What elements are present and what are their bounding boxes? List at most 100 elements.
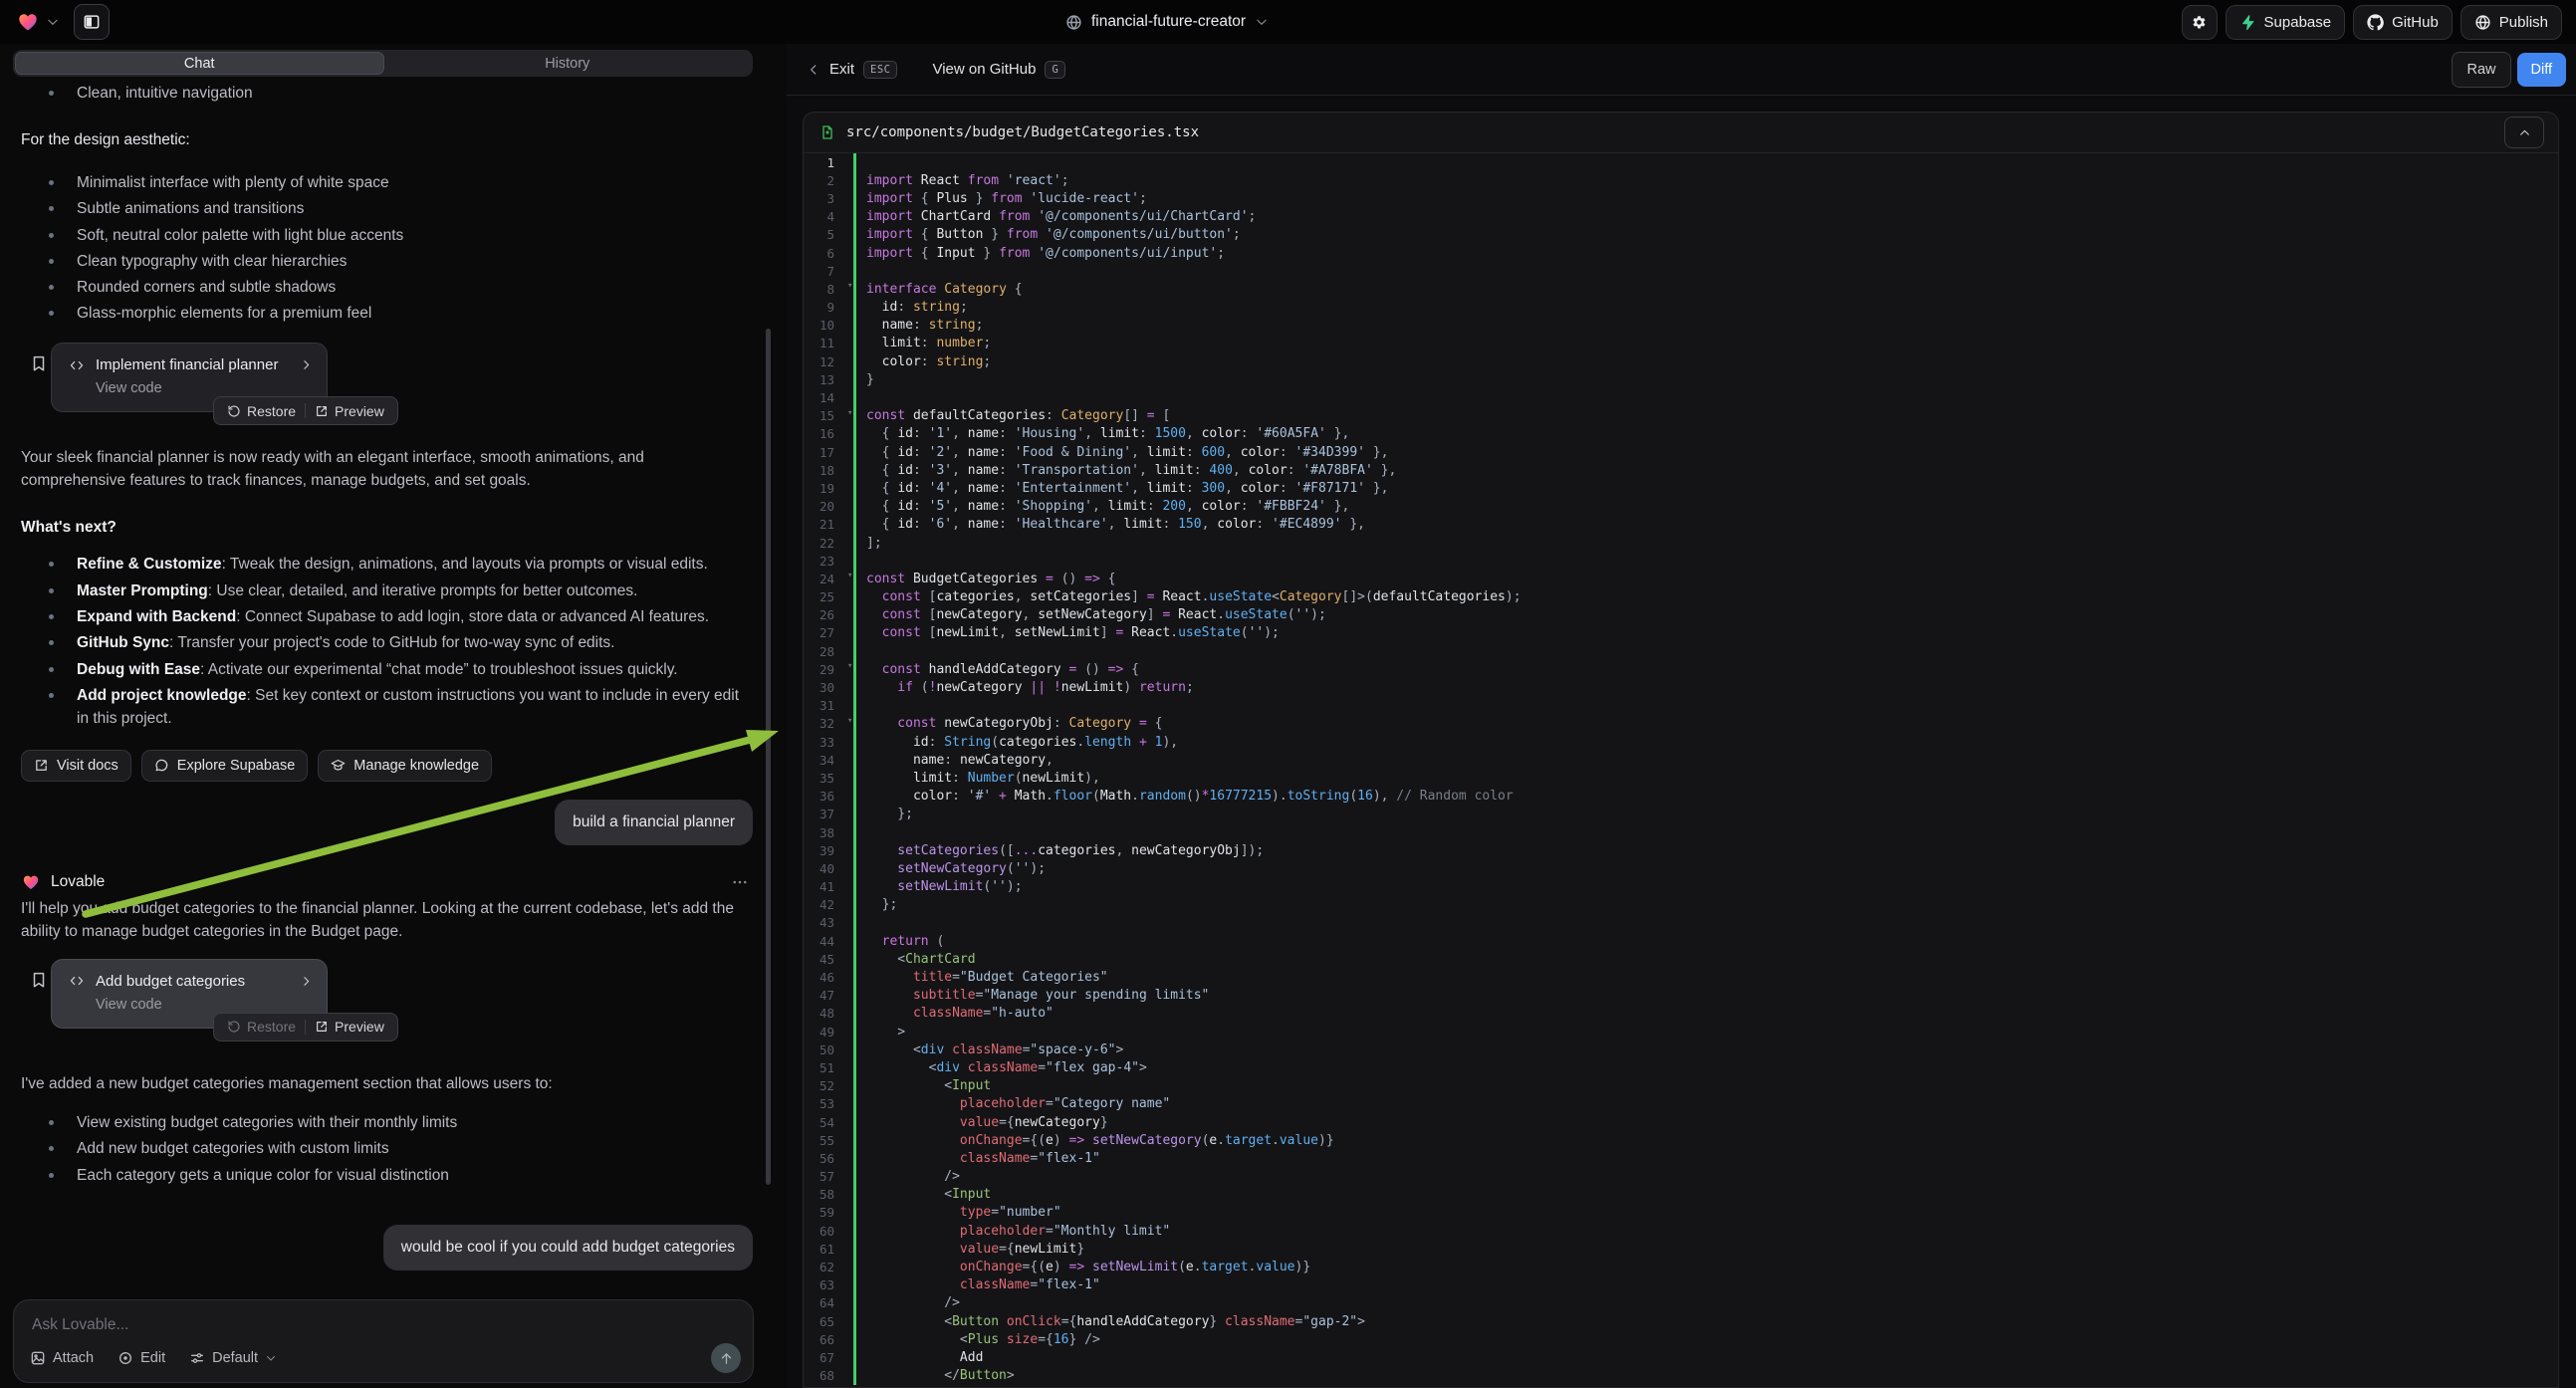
list-item: Clean typography with clear hierarchies <box>21 250 753 273</box>
attach-button[interactable]: Attach <box>30 1350 94 1366</box>
code-line: 24▾const BudgetCategories = () => { <box>804 570 2558 587</box>
edit-button[interactable]: Edit <box>117 1350 165 1366</box>
raw-button[interactable]: Raw <box>2452 52 2510 88</box>
bullet-list: Minimalist interface with plenty of whit… <box>21 171 753 325</box>
view-code-link[interactable]: View code <box>52 990 327 1013</box>
explore-supabase-button[interactable]: Explore Supabase <box>141 750 309 782</box>
code-line: 34 name: newCategory, <box>804 751 2558 769</box>
bookmark-icon[interactable] <box>30 971 48 989</box>
file-added-icon <box>820 124 835 140</box>
line-number: 63 <box>804 1277 847 1292</box>
code-line: 52 <Input <box>804 1077 2558 1095</box>
code-line: 28 <box>804 642 2558 660</box>
diff-added-bar <box>853 697 856 715</box>
github-icon <box>2367 14 2384 31</box>
line-number: 3 <box>804 191 847 206</box>
diff-added-bar <box>853 552 856 570</box>
code-line: 57 /> <box>804 1168 2558 1186</box>
lovable-heart-icon[interactable] <box>16 11 40 33</box>
line-number: 28 <box>804 644 847 659</box>
file-path: src/components/budget/BudgetCategories.t… <box>846 124 2504 140</box>
target-icon <box>117 1350 133 1366</box>
line-number: 57 <box>804 1169 847 1184</box>
toggle-sidebar-button[interactable] <box>74 4 110 40</box>
code-line: 15▾const defaultCategories: Category[] =… <box>804 407 2558 425</box>
code-line: 27 const [newLimit, setNewLimit] = React… <box>804 624 2558 642</box>
tab-chat[interactable]: Chat <box>15 52 384 75</box>
code-line: 20 { id: '5', name: 'Shopping', limit: 2… <box>804 498 2558 516</box>
fold-caret-icon[interactable]: ▾ <box>847 661 852 671</box>
code-line: 4import ChartCard from '@/components/ui/… <box>804 208 2558 226</box>
line-number: 34 <box>804 753 847 768</box>
send-button[interactable] <box>711 1343 741 1373</box>
external-link-icon <box>315 1020 329 1034</box>
manage-knowledge-button[interactable]: Manage knowledge <box>318 750 492 782</box>
version-title: Add budget categories <box>96 973 290 990</box>
chevron-down-icon[interactable] <box>46 15 60 29</box>
restore-button[interactable]: Restore <box>218 1014 305 1041</box>
supabase-button[interactable]: Supabase <box>2225 5 2346 40</box>
code-line: 62 onChange={(e) => setNewLimit(e.target… <box>804 1258 2558 1275</box>
line-number: 21 <box>804 517 847 532</box>
visit-docs-button[interactable]: Visit docs <box>21 750 131 782</box>
tab-history[interactable]: History <box>384 52 752 75</box>
publish-button[interactable]: Publish <box>2460 5 2562 40</box>
list-item: Expand with Backend: Connect Supabase to… <box>21 605 753 628</box>
code-line: 25 const [categories, setCategories] = R… <box>804 588 2558 606</box>
fold-caret-icon[interactable]: ▾ <box>847 408 852 418</box>
github-button[interactable]: GitHub <box>2353 5 2453 40</box>
exit-button[interactable]: Exit <box>829 61 854 78</box>
topbar-actions: SupabaseGitHubPublish <box>2182 0 2562 44</box>
chat-scrollbar[interactable] <box>766 329 771 1185</box>
preview-button[interactable]: Preview <box>306 397 393 424</box>
list-item: Rounded corners and subtle shadows <box>21 276 753 299</box>
chevron-left-icon[interactable] <box>807 63 820 77</box>
bookmark-icon[interactable] <box>30 354 48 372</box>
assistant-paragraph: I've added a new budget categories manag… <box>21 1072 753 1095</box>
code-line: 8▾interface Category { <box>804 280 2558 298</box>
code-line: 43 <box>804 914 2558 932</box>
collapse-file-button[interactable] <box>2504 116 2544 148</box>
preview-button[interactable]: Preview <box>306 1014 393 1041</box>
chevron-down-icon <box>265 1352 277 1364</box>
line-number: 37 <box>804 807 847 821</box>
assistant-paragraph: I'll help you add budget categories to t… <box>21 897 753 943</box>
version-card[interactable]: Add budget categoriesView codeRestorePre… <box>51 959 328 1029</box>
code-line: 64 /> <box>804 1294 2558 1312</box>
diff-button[interactable]: Diff <box>2517 53 2567 87</box>
code-line: 18 { id: '3', name: 'Transportation', li… <box>804 461 2558 479</box>
code-editor[interactable]: 12import React from 'react';3import { Pl… <box>804 153 2558 1385</box>
diff-added-bar <box>853 642 856 660</box>
line-number: 51 <box>804 1060 847 1075</box>
settings-button[interactable] <box>2182 5 2218 40</box>
diff-added-bar <box>853 262 856 280</box>
fold-caret-icon[interactable]: ▾ <box>847 571 852 580</box>
line-number: 17 <box>804 445 847 460</box>
fold-caret-icon[interactable]: ▾ <box>847 716 852 726</box>
line-number: 20 <box>804 499 847 514</box>
line-number: 36 <box>804 789 847 804</box>
line-number: 33 <box>804 735 847 750</box>
code-line: 56 className="flex-1" <box>804 1149 2558 1167</box>
code-icon <box>68 974 86 988</box>
more-options-button[interactable] <box>731 873 749 891</box>
chevron-right-icon[interactable] <box>300 358 313 371</box>
chevron-right-icon[interactable] <box>300 975 313 988</box>
code-line: 11 limit: number; <box>804 335 2558 352</box>
code-line: 50 <div className="space-y-6"> <box>804 1041 2558 1058</box>
restore-icon <box>227 404 241 418</box>
code-line: 39 setCategories([...categories, newCate… <box>804 841 2558 859</box>
view-code-link[interactable]: View code <box>52 373 327 396</box>
project-switcher[interactable]: financial-future-creator <box>1065 0 1269 44</box>
ask-input[interactable]: Ask Lovable... <box>32 1316 128 1334</box>
line-number: 43 <box>804 915 847 930</box>
restore-button[interactable]: Restore <box>218 397 305 424</box>
fold-caret-icon[interactable]: ▾ <box>847 281 852 291</box>
line-number: 9 <box>804 300 847 315</box>
line-number: 58 <box>804 1187 847 1202</box>
mode-select[interactable]: Default <box>189 1350 277 1366</box>
view-on-github-link[interactable]: View on GitHub G <box>932 61 1065 79</box>
g-keycap: G <box>1045 61 1065 79</box>
code-line: 48 className="h-auto" <box>804 1005 2558 1023</box>
version-card[interactable]: Implement financial plannerView codeRest… <box>51 343 328 412</box>
